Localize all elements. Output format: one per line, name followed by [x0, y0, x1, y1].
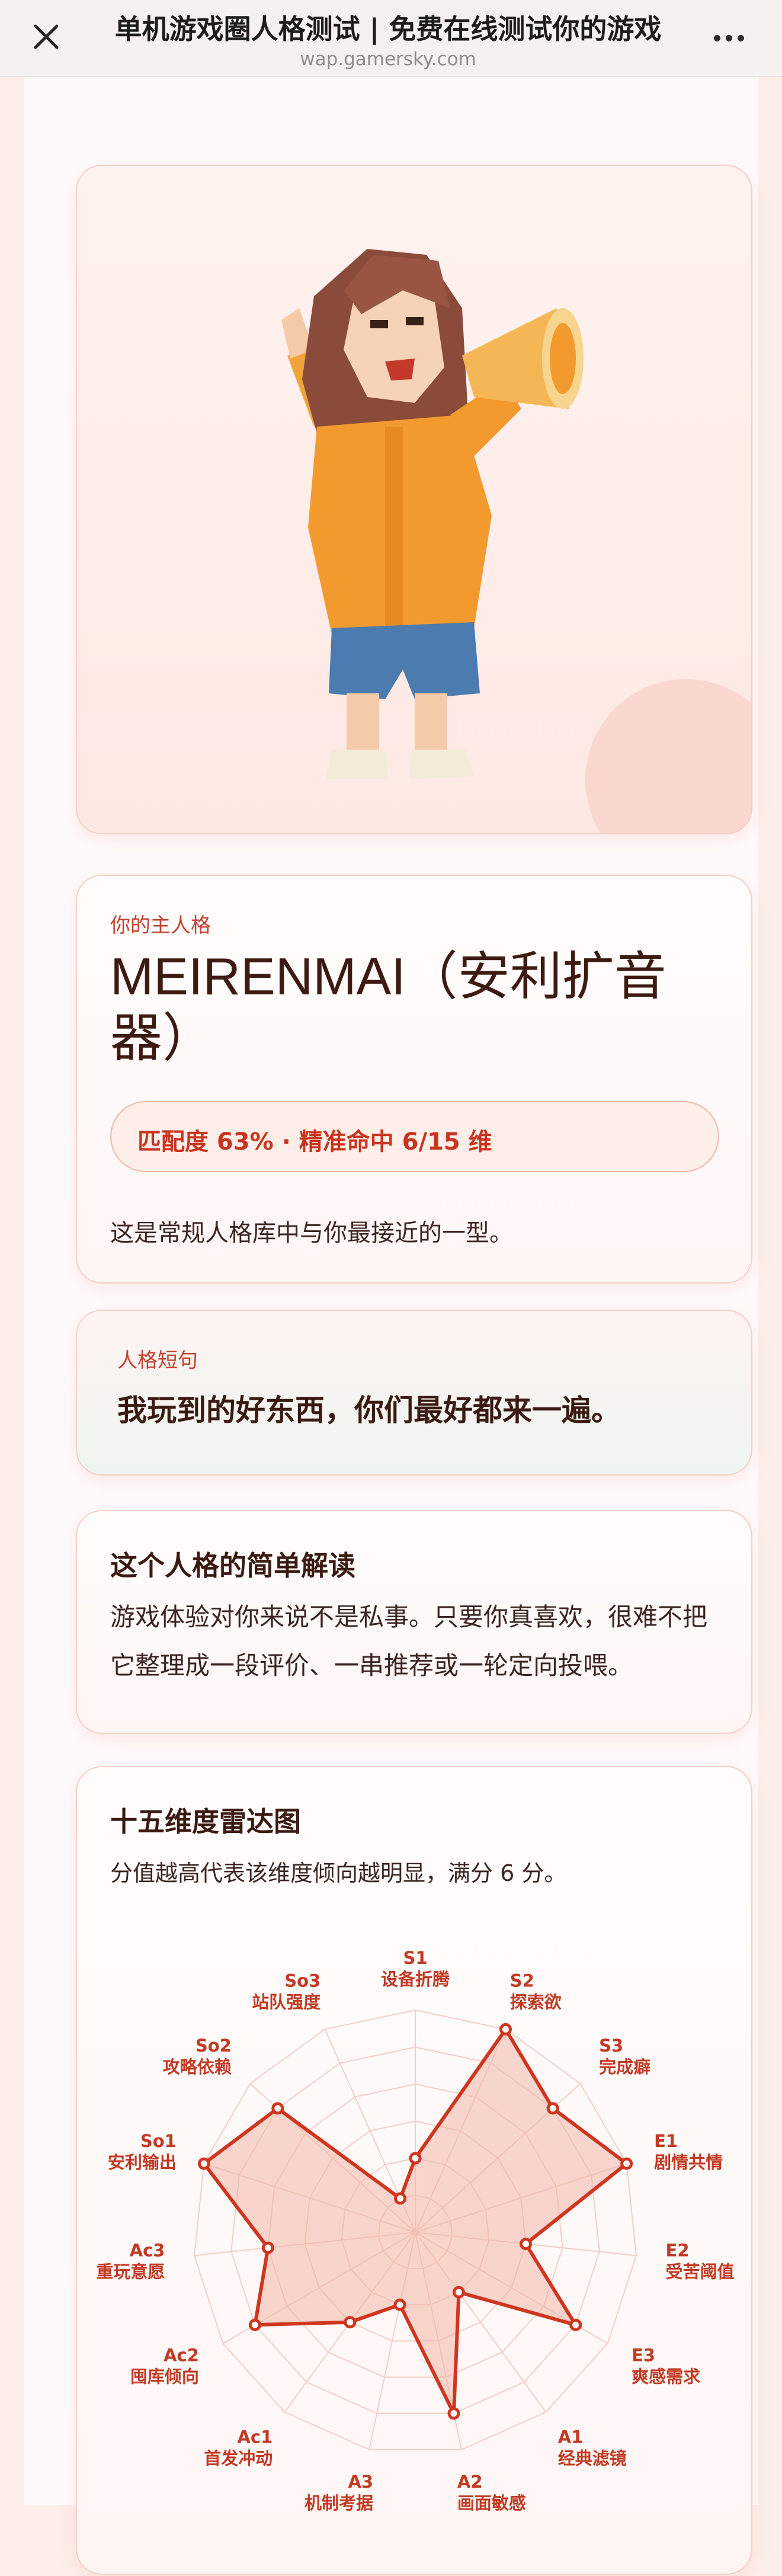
radar-point-so3 [394, 2192, 407, 2205]
radar-axis-name-s3: 完成癖 [599, 2057, 650, 2077]
radar-axis-code-so1: So1 [140, 2131, 177, 2151]
more-icon[interactable] [714, 26, 755, 50]
brief-card: 这个人格的简单解读 游戏体验对你来说不是私事。只要你真喜欢，很难不把它整理成一段… [76, 1510, 752, 1734]
radar-point-s2 [499, 2023, 512, 2036]
persona-eyebrow: 你的主人格 [110, 914, 211, 937]
radar-axis-name-a2: 画面敏感 [457, 2493, 526, 2513]
radar-axis-code-s2: S2 [510, 1971, 534, 1991]
close-icon[interactable] [30, 20, 71, 56]
radar-axis-code-a2: A2 [457, 2472, 483, 2492]
hero-card [76, 165, 752, 834]
radar-axis-code-a3: A3 [348, 2472, 373, 2492]
radar-point-e3 [569, 2318, 582, 2331]
radar-point-s3 [546, 2102, 559, 2115]
radar-point-e1 [620, 2157, 633, 2170]
radar-axis-code-s3: S3 [599, 2036, 623, 2056]
radar-point-so1 [197, 2157, 210, 2170]
quote-text: 我玩到的好东西，你们最好都来一遍。 [117, 1393, 621, 1428]
browser-top-bar: 单机游戏圈人格测试 | 免费在线测试你的游戏 wap.gamersky.com [0, 0, 782, 77]
radar-axis-name-so2: 攻略依赖 [163, 2057, 232, 2077]
radar-point-ac3 [261, 2241, 274, 2254]
brief-body: 游戏体验对你来说不是私事。只要你真喜欢，很难不把它整理成一段评价、一串推荐或一轮… [110, 1602, 708, 1680]
persona-card: 你的主人格 MEIRENMAI（安利扩音器） 匹配度 63% · 精准命中 6/… [76, 875, 752, 1284]
brief-title: 这个人格的简单解读 [110, 1550, 355, 1582]
radar-axis-name-s2: 探索欲 [510, 1992, 562, 2012]
quote-card: 人格短句 我玩到的好东西，你们最好都来一遍。 [76, 1310, 752, 1476]
persona-description: 这是常规人格库中与你最接近的一型。 [110, 1220, 513, 1247]
radar-point-ac1 [344, 2316, 357, 2329]
browser-title-block: 单机游戏圈人格测试 | 免费在线测试你的游戏 wap.gamersky.com [95, 12, 681, 71]
radar-axis-name-so1: 安利输出 [108, 2152, 177, 2172]
radar-point-so2 [271, 2102, 284, 2115]
quote-eyebrow: 人格短句 [117, 1349, 198, 1372]
decorative-blob [585, 679, 751, 833]
radar-axis-code-so2: So2 [196, 2036, 232, 2056]
radar-card: 十五维度雷达图 分值越高代表该维度倾向越明显，满分 6 分。 S1 设备折腾 S2 探… [76, 1766, 752, 2575]
radar-axis-code-ac1: Ac1 [237, 2427, 273, 2447]
persona-name: MEIRENMAI（安利扩音器） [110, 947, 666, 1067]
match-text: 匹配度 63% · 精准命中 6/15 维 [137, 1128, 492, 1156]
page-url: wap.gamersky.com [300, 49, 476, 70]
radar-axis-code-ac3: Ac3 [130, 2241, 165, 2261]
radar-point-e2 [519, 2238, 532, 2251]
radar-axis-name-ac1: 首发冲动 [204, 2449, 273, 2469]
radar-axis-name-e3: 爽感需求 [632, 2367, 700, 2387]
radar-axis-name-a1: 经典滤镜 [558, 2449, 627, 2469]
radar-axis-name-s1: 设备折腾 [381, 1969, 450, 1989]
radar-axis-name-so3: 站队强度 [252, 1992, 321, 2012]
radar-point-a2 [447, 2407, 460, 2420]
radar-axis-code-e1: E1 [654, 2131, 678, 2151]
radar-axis-code-e2: E2 [666, 2241, 690, 2261]
radar-axis-name-e1: 剧情共情 [654, 2152, 723, 2172]
radar-axis-code-ac2: Ac2 [164, 2345, 199, 2366]
megaphone-girl-illustration [281, 249, 584, 779]
radar-point-ac2 [248, 2318, 261, 2331]
radar-axis-code-e3: E3 [632, 2345, 655, 2366]
radar-axis-code-a1: A1 [558, 2427, 584, 2447]
radar-axis-code-so3: So3 [284, 1971, 321, 1991]
radar-chart: S1设备折腾 S2探索欲 S3完成癖 E1剧情共情 E2受苦阈值 E3爽感需求 A1经典滤镜… [96, 1948, 735, 2513]
radar-axis-name-ac3: 重玩意愿 [96, 2262, 165, 2282]
radar-point-a3 [393, 2298, 406, 2311]
radar-axis-code-s1: S1 [403, 1948, 427, 1968]
radar-axis-name-e2: 受苦阈值 [666, 2262, 735, 2282]
page-title: 单机游戏圈人格测试 | 免费在线测试你的游戏 [114, 13, 662, 45]
match-badge: 匹配度 63% · 精准命中 6/15 维 [110, 1101, 719, 1172]
content-column: 你的主人格 MEIRENMAI（安利扩音器） 匹配度 63% · 精准命中 6/… [24, 77, 758, 2575]
radar-point-a1 [452, 2286, 465, 2299]
radar-point-s1 [409, 2152, 422, 2165]
radar-axis-name-ac2: 囤库倾向 [130, 2367, 199, 2387]
radar-axis-name-a3: 机制考据 [305, 2493, 373, 2513]
